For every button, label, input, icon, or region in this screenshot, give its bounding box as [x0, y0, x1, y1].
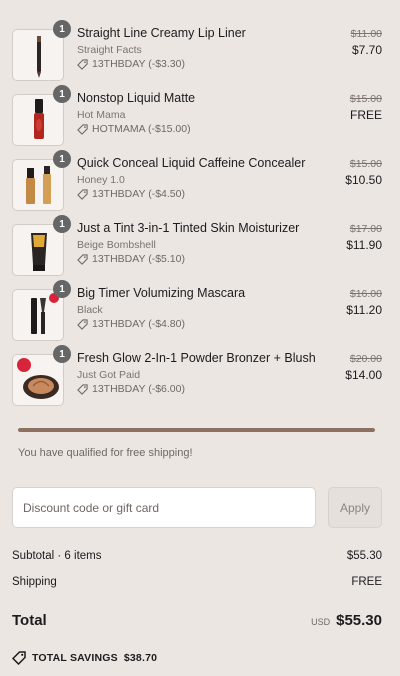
total-amount: USD $55.30: [311, 612, 382, 629]
tag-icon: [77, 383, 88, 395]
quantity-badge: 1: [53, 150, 71, 168]
discount-tag: 13THBDAY (-$5.10): [77, 253, 185, 265]
product-variant: Straight Facts: [77, 44, 142, 56]
original-price: $11.00: [350, 28, 382, 40]
product-variant: Honey 1.0: [77, 174, 125, 186]
currency-code: USD: [311, 617, 331, 627]
subtotal-label: Subtotal · 6 items: [12, 550, 102, 562]
discounted-price: FREE: [349, 108, 382, 122]
discount-code-input[interactable]: [12, 487, 316, 528]
total-savings: TOTAL SAVINGS $38.70: [12, 651, 157, 665]
original-price: $16.00: [349, 288, 382, 300]
product-name[interactable]: Big Timer Volumizing Mascara: [77, 286, 245, 300]
cart-item: 1 Just a Tint 3-in-1 Tinted Skin Moistur…: [0, 215, 400, 281]
free-shipping-progress-bar: [18, 428, 375, 432]
discount-tag: 13THBDAY (-$3.30): [77, 58, 185, 70]
discounted-price: $10.50: [345, 173, 382, 187]
tag-icon: [77, 123, 88, 135]
product-name[interactable]: Straight Line Creamy Lip Liner: [77, 26, 246, 40]
total-row: Total USD $55.30: [12, 612, 382, 629]
apply-button[interactable]: Apply: [328, 487, 382, 528]
product-name[interactable]: Just a Tint 3-in-1 Tinted Skin Moisturiz…: [77, 221, 299, 235]
cart-item: 1 Big Timer Volumizing Mascara Black 13T…: [0, 280, 400, 346]
savings-label: TOTAL SAVINGS: [32, 652, 118, 664]
cart-item: 1 Fresh Glow 2-In-1 Powder Bronzer + Blu…: [0, 345, 400, 411]
original-price: $15.00: [349, 158, 382, 170]
discounted-price: $7.70: [351, 43, 382, 57]
product-image-concealer[interactable]: [12, 159, 64, 211]
quantity-badge: 1: [53, 345, 71, 363]
cart-item: 1 Straight Line Creamy Lip Liner Straigh…: [0, 20, 400, 86]
discounted-price: $11.20: [346, 303, 382, 317]
shipping-label: Shipping: [12, 576, 57, 588]
quantity-badge: 1: [53, 20, 71, 38]
discount-code: 13THBDAY (-$5.10): [92, 253, 185, 265]
subtotal-value: $55.30: [346, 550, 382, 562]
shipping-row: Shipping FREE: [12, 576, 382, 588]
total-label: Total: [12, 612, 47, 629]
tag-icon: [77, 188, 88, 200]
product-name[interactable]: Fresh Glow 2-In-1 Powder Bronzer + Blush: [77, 351, 316, 365]
tag-icon: [77, 253, 88, 265]
discount-code: 13THBDAY (-$3.30): [92, 58, 185, 70]
product-image-lip-liner[interactable]: [12, 29, 64, 81]
discount-tag: 13THBDAY (-$6.00): [77, 383, 185, 395]
total-value: $55.30: [336, 612, 382, 629]
savings-value: $38.70: [123, 652, 158, 664]
original-price: $17.00: [349, 223, 382, 235]
tag-icon: [77, 318, 88, 330]
product-variant: Beige Bombshell: [77, 239, 156, 251]
shipping-value: FREE: [351, 576, 382, 588]
product-name[interactable]: Quick Conceal Liquid Caffeine Concealer: [77, 156, 305, 170]
discounted-price: $14.00: [345, 368, 382, 382]
product-variant: Black: [77, 304, 103, 316]
discount-code: 13THBDAY (-$6.00): [92, 383, 185, 395]
product-variant: Hot Mama: [77, 109, 126, 121]
discount-tag: 13THBDAY (-$4.50): [77, 188, 185, 200]
discounted-price: $11.90: [346, 238, 382, 252]
product-image-mascara[interactable]: [12, 289, 64, 341]
progress-fill: [18, 428, 375, 432]
quantity-badge: 1: [53, 215, 71, 233]
product-variant: Just Got Paid: [77, 369, 141, 381]
tag-icon: [77, 58, 88, 70]
tag-icon: [12, 651, 26, 665]
discount-code: HOTMAMA (-$15.00): [92, 123, 191, 135]
discount-code: 13THBDAY (-$4.50): [92, 188, 185, 200]
discount-code: 13THBDAY (-$4.80): [92, 318, 185, 330]
product-image-bronzer-compact[interactable]: [12, 354, 64, 406]
original-price: $15.00: [349, 93, 382, 105]
free-shipping-message: You have qualified for free shipping!: [18, 447, 193, 459]
subtotal-row: Subtotal · 6 items $55.30: [12, 550, 382, 562]
quantity-badge: 1: [53, 280, 71, 298]
cart-item: 1 Nonstop Liquid Matte Hot Mama HOTMAMA …: [0, 85, 400, 151]
cart-item: 1 Quick Conceal Liquid Caffeine Conceale…: [0, 150, 400, 216]
original-price: $20.00: [349, 353, 382, 365]
discount-tag: 13THBDAY (-$4.80): [77, 318, 185, 330]
product-image-liquid-lipstick[interactable]: [12, 94, 64, 146]
discount-tag: HOTMAMA (-$15.00): [77, 123, 191, 135]
product-image-tinted-moisturizer[interactable]: [12, 224, 64, 276]
quantity-badge: 1: [53, 85, 71, 103]
product-name[interactable]: Nonstop Liquid Matte: [77, 91, 195, 105]
